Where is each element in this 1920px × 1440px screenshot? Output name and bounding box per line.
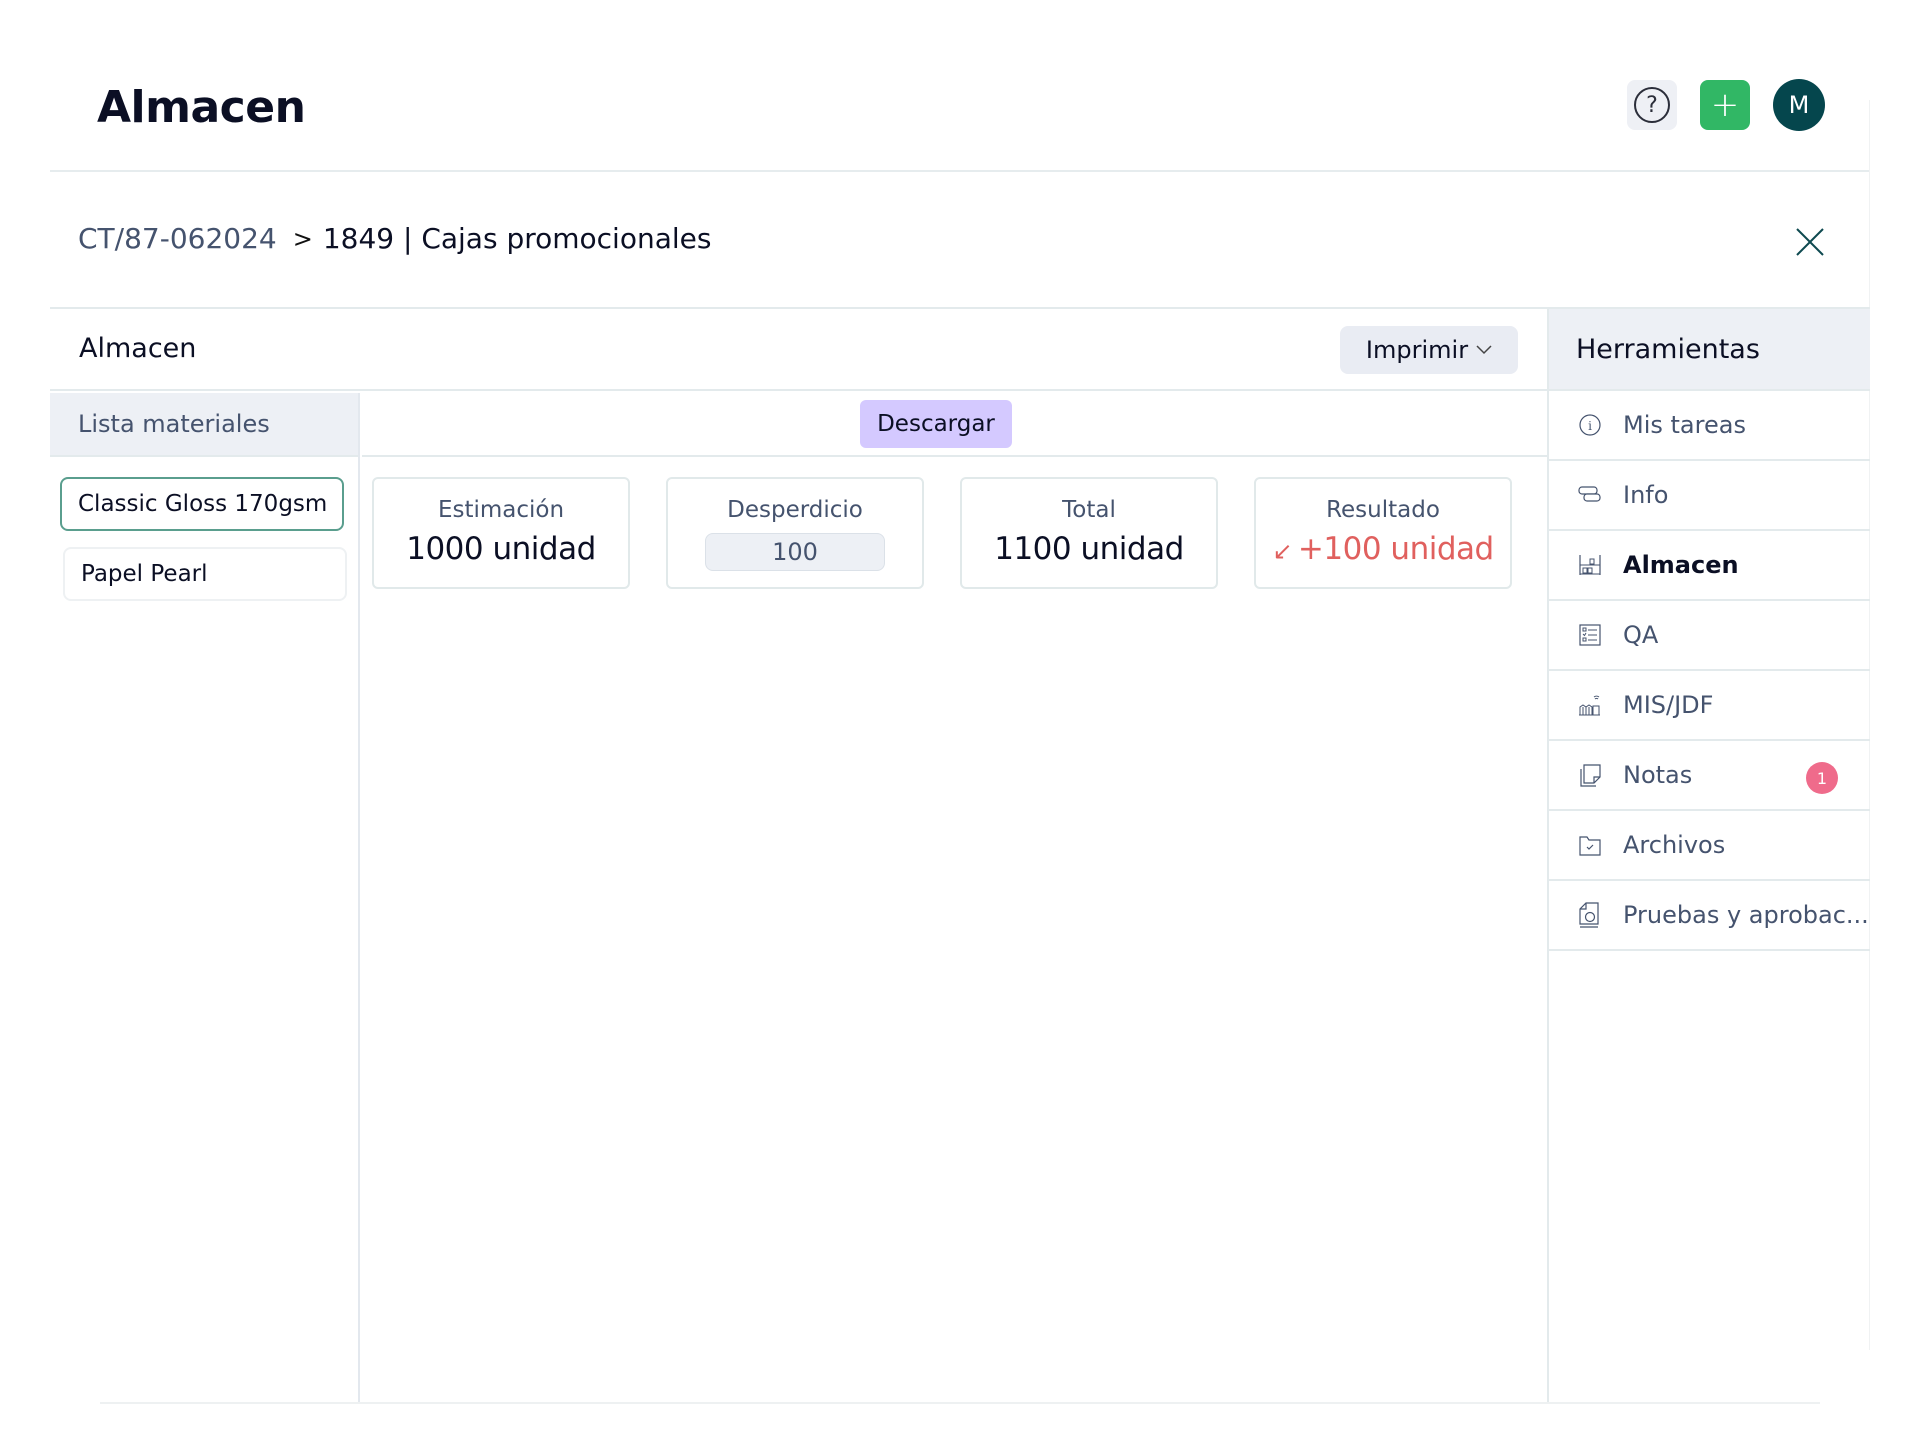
waste-card: Desperdicio: [666, 477, 924, 589]
panel-bottom-edge: [100, 1402, 1820, 1404]
total-label: Total: [1062, 497, 1116, 523]
print-dropdown[interactable]: Imprimir: [1340, 326, 1518, 374]
sidebar-item-label: Mis tareas: [1623, 411, 1746, 439]
sidebar-item-archivos[interactable]: Archivos: [1549, 811, 1870, 881]
sidebar-item-label: QA: [1623, 621, 1659, 649]
sidebar-item-label: MIS/JDF: [1623, 691, 1714, 719]
checklist-icon: [1577, 622, 1603, 648]
sidebar-item-label: Almacen: [1623, 551, 1739, 579]
plus-icon: +: [1710, 85, 1740, 125]
waste-label: Desperdicio: [727, 497, 863, 523]
folder-check-icon: [1577, 832, 1603, 858]
sidebar-item-info[interactable]: Info: [1549, 461, 1870, 531]
result-value: +100 unidad: [1297, 531, 1494, 567]
sidebar-item-notas[interactable]: Notas 1: [1549, 741, 1870, 811]
sidebar-item-mis-tareas[interactable]: i Mis tareas: [1549, 391, 1870, 461]
sidebar-item-label: Archivos: [1623, 831, 1726, 859]
result-card: Resultado ↙ +100 unidad: [1254, 477, 1512, 589]
print-label: Imprimir: [1365, 336, 1469, 364]
avatar[interactable]: M: [1773, 79, 1825, 131]
top-actions: ? + M: [1627, 79, 1825, 131]
sidebar-title: Herramientas: [1549, 309, 1870, 391]
chevron-down-icon: [1476, 345, 1492, 355]
close-button[interactable]: [1794, 226, 1826, 258]
waste-input[interactable]: [705, 533, 885, 571]
material-item[interactable]: Papel Pearl: [63, 547, 347, 601]
material-item-selected[interactable]: Classic Gloss 170gsm: [60, 477, 344, 531]
sidebar-item-qa[interactable]: QA: [1549, 601, 1870, 671]
question-circle-icon: ?: [1634, 87, 1670, 123]
sidebar-item-pruebas[interactable]: Pruebas y aprobac...: [1549, 881, 1870, 951]
materials-content: Descargar Estimación 1000 unidad Desperd…: [362, 393, 1547, 1403]
proof-document-icon: [1577, 902, 1603, 928]
content-toolbar: Descargar: [362, 393, 1547, 457]
breadcrumb-separator: >: [292, 224, 313, 253]
layers-icon: [1577, 482, 1603, 508]
sidebar-item-label: Notas: [1623, 761, 1693, 789]
breadcrumb: CT/87-062024 > 1849 | Cajas promocionale…: [78, 222, 711, 255]
main-area: Almacen Imprimir Lista materiales Classi…: [50, 309, 1547, 1403]
svg-text:i: i: [1588, 419, 1592, 433]
total-value: 1100 unidad: [994, 531, 1184, 567]
sidebar-item-label: Info: [1623, 481, 1669, 509]
header-divider: [50, 170, 1870, 172]
sidebar-item-mis-jdf[interactable]: MIS/JDF: [1549, 671, 1870, 741]
section-title: Almacen: [79, 333, 197, 364]
materials-list: Lista materiales Classic Gloss 170gsm Pa…: [50, 393, 360, 1403]
estimate-value: 1000 unidad: [406, 531, 596, 567]
close-icon: [1796, 228, 1824, 256]
breadcrumb-parent[interactable]: CT/87-062024: [78, 222, 277, 255]
page-title: Almacen: [97, 82, 306, 133]
warehouse-icon: [1577, 552, 1603, 578]
main-header: Almacen Imprimir: [50, 309, 1547, 391]
result-value-row: ↙ +100 unidad: [1256, 531, 1510, 567]
materials-header: Lista materiales: [50, 393, 358, 457]
result-label: Resultado: [1326, 497, 1440, 523]
download-button[interactable]: Descargar: [860, 400, 1012, 448]
sidebar-item-label: Pruebas y aprobac...: [1623, 901, 1869, 929]
storage-panel: Almacen Imprimir Lista materiales Classi…: [50, 307, 1870, 1403]
tools-sidebar: Herramientas i Mis tareas Info Almacen Q…: [1547, 309, 1870, 1403]
total-card: Total 1100 unidad: [960, 477, 1218, 589]
notes-count-badge: 1: [1806, 762, 1838, 794]
factory-icon: [1577, 692, 1603, 718]
add-button[interactable]: +: [1700, 80, 1750, 130]
estimate-label: Estimación: [437, 497, 565, 523]
estimate-card: Estimación 1000 unidad: [372, 477, 630, 589]
breadcrumb-current: 1849 | Cajas promocionales: [322, 222, 712, 255]
notes-icon: [1577, 762, 1603, 788]
sidebar-item-almacen[interactable]: Almacen: [1549, 531, 1870, 601]
info-circle-icon: i: [1577, 412, 1603, 438]
help-button[interactable]: ?: [1627, 80, 1677, 130]
arrow-down-left-icon: ↙: [1272, 537, 1292, 565]
